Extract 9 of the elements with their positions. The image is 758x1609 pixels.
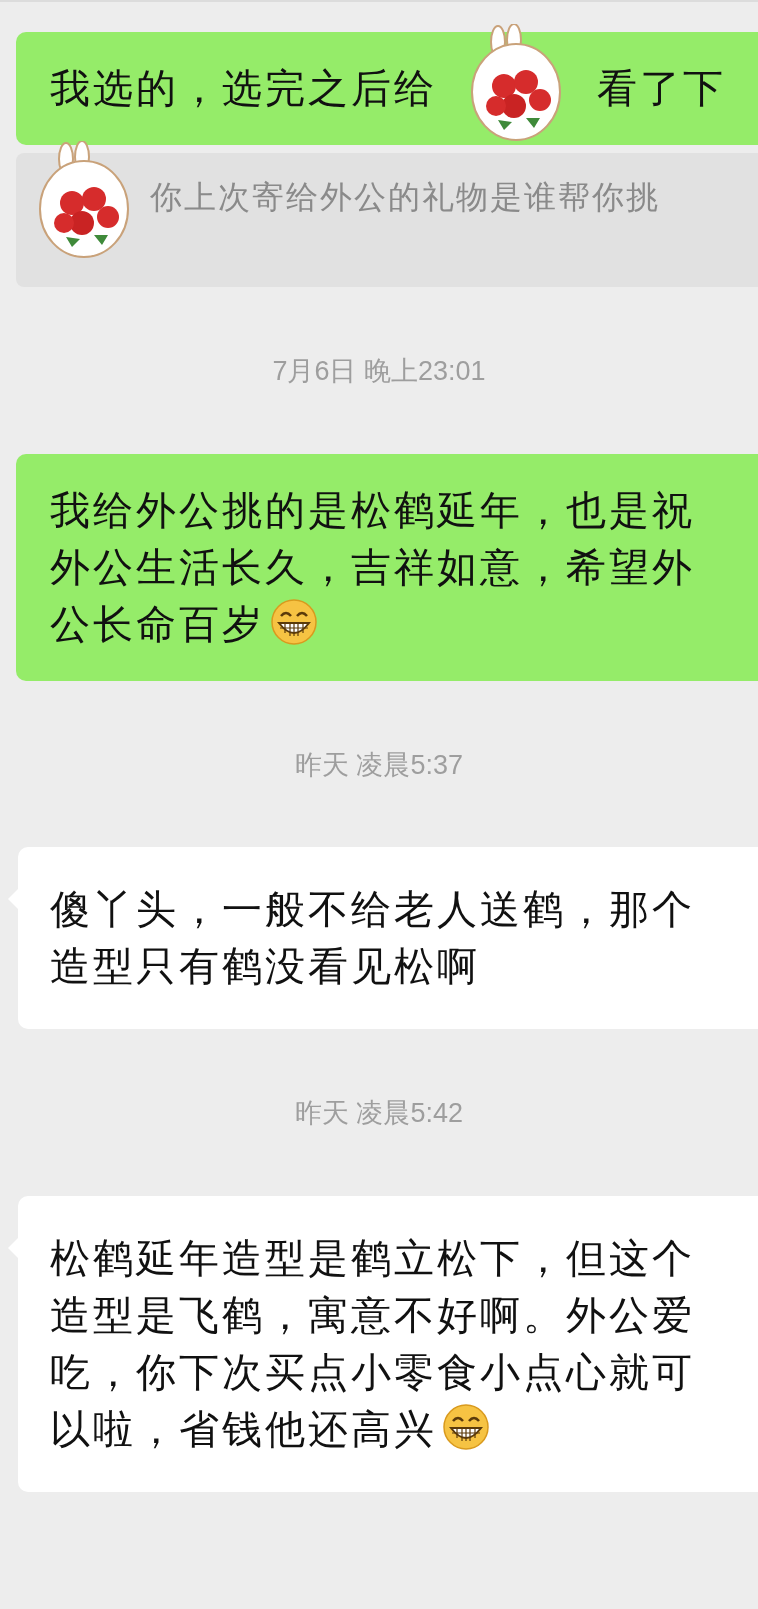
message-text: 看了下 bbox=[597, 65, 726, 112]
message-text: 我选的，选完之后给 bbox=[50, 65, 437, 112]
message-timestamp: 7月6日 晚上23:01 bbox=[272, 355, 486, 388]
quote-text: 你上次寄给外公的礼物是谁帮你挑 bbox=[150, 179, 660, 215]
message-timestamp: 昨天 凌晨5:42 bbox=[294, 1097, 464, 1130]
message-timestamp: 昨天 凌晨5:37 bbox=[294, 748, 464, 782]
message-text: 傻丫头，一般不给老人送鹤，那个造型只有鹤没看见松啊 bbox=[50, 887, 695, 988]
message-text: 我给外公挑的是松鹤延年，也是祝外公生活长久，吉祥如意，希望外公长命百岁 bbox=[50, 487, 695, 646]
message-text: 松鹤延年造型是鹤立松下，但这个造型是飞鹤，寓意不好啊。外公爱吃，你下次买点小零食小点心就可以啦，省钱他还高兴 bbox=[50, 1235, 695, 1451]
